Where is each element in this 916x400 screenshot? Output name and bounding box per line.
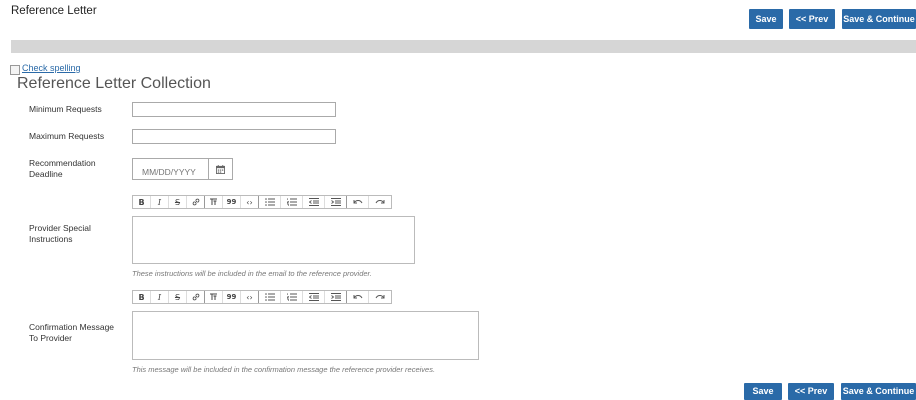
- redo-icon: [375, 200, 385, 204]
- confirmation-message-label-line2: To Provider: [29, 333, 72, 343]
- save-button-bottom[interactable]: Save: [744, 383, 782, 400]
- section-title: Reference Letter Collection: [17, 75, 211, 92]
- confirmation-message-label-line1: Confirmation Message: [29, 322, 115, 332]
- deadline-date-input[interactable]: [132, 158, 209, 180]
- indent-button[interactable]: [325, 196, 347, 208]
- indent-icon: [330, 293, 341, 301]
- provider-instructions-hint: These instructions will be included in t…: [132, 269, 372, 278]
- indent-icon: [330, 198, 341, 206]
- numbered-list-button[interactable]: [281, 196, 303, 208]
- redo-icon: [375, 295, 385, 299]
- outdent-icon: [308, 293, 319, 301]
- provider-instructions-textarea[interactable]: [132, 216, 415, 264]
- numbered-list-button[interactable]: [281, 291, 303, 303]
- text-size-icon: [210, 198, 217, 205]
- calendar-icon: [216, 164, 225, 174]
- save-continue-button[interactable]: Save & Continue: [842, 9, 916, 29]
- link-icon: [192, 293, 199, 301]
- page-title: Reference Letter: [11, 5, 97, 17]
- link-button[interactable]: [187, 196, 205, 208]
- redo-button[interactable]: [369, 291, 391, 303]
- deadline-label-line2: Deadline: [29, 169, 63, 179]
- check-spelling-label[interactable]: Check spelling: [22, 63, 81, 73]
- strikethrough-button[interactable]: S: [169, 196, 187, 208]
- italic-button[interactable]: I: [151, 291, 169, 303]
- maximum-requests-label: Maximum Requests: [29, 131, 105, 141]
- calendar-button[interactable]: [209, 158, 233, 180]
- code-button[interactable]: ‹›: [241, 196, 259, 208]
- undo-button[interactable]: [347, 291, 369, 303]
- link-icon: [192, 198, 199, 206]
- quote-button[interactable]: 99: [223, 291, 241, 303]
- italic-button[interactable]: I: [151, 196, 169, 208]
- editor-toolbar-instructions: B I S 99 ‹›: [132, 195, 392, 209]
- bullet-list-icon: [264, 198, 275, 206]
- prev-button[interactable]: << Prev: [789, 9, 835, 29]
- text-size-button[interactable]: [205, 196, 223, 208]
- undo-button[interactable]: [347, 196, 369, 208]
- link-button[interactable]: [187, 291, 205, 303]
- provider-instructions-label-line2: Instructions: [29, 234, 73, 244]
- indent-button[interactable]: [325, 291, 347, 303]
- prev-button-bottom[interactable]: << Prev: [788, 383, 834, 400]
- outdent-icon: [308, 198, 319, 206]
- bullet-list-icon: [264, 293, 275, 301]
- confirmation-message-textarea[interactable]: [132, 311, 479, 360]
- confirmation-message-label: Confirmation Message To Provider: [29, 322, 114, 344]
- deadline-label: Recommendation Deadline: [29, 158, 96, 180]
- confirmation-message-hint: This message will be included in the con…: [132, 365, 436, 374]
- divider-bar: [11, 40, 916, 53]
- undo-icon: [353, 295, 362, 299]
- provider-instructions-label: Provider Special Instructions: [29, 223, 91, 245]
- quote-button[interactable]: 99: [223, 196, 241, 208]
- undo-icon: [353, 200, 362, 204]
- outdent-button[interactable]: [303, 291, 325, 303]
- save-continue-button-bottom[interactable]: Save & Continue: [841, 383, 916, 400]
- redo-button[interactable]: [369, 196, 391, 208]
- provider-instructions-label-line1: Provider Special: [29, 223, 91, 233]
- editor-toolbar-confirmation: B I S 99 ‹›: [132, 290, 392, 304]
- numbered-list-icon: [286, 293, 297, 301]
- code-button[interactable]: ‹›: [241, 291, 259, 303]
- broken-image-icon: [10, 65, 20, 75]
- deadline-label-line1: Recommendation: [29, 158, 96, 168]
- minimum-requests-label: Minimum Requests: [29, 104, 102, 114]
- save-button[interactable]: Save: [749, 9, 783, 29]
- bold-button[interactable]: B: [133, 291, 151, 303]
- bullet-list-button[interactable]: [259, 196, 281, 208]
- strikethrough-button[interactable]: S: [169, 291, 187, 303]
- text-size-button[interactable]: [205, 291, 223, 303]
- bullet-list-button[interactable]: [259, 291, 281, 303]
- numbered-list-icon: [286, 198, 297, 206]
- bold-button[interactable]: B: [133, 196, 151, 208]
- check-spelling-link[interactable]: Check spelling: [10, 63, 81, 75]
- text-size-icon: [210, 293, 217, 300]
- minimum-requests-input[interactable]: [132, 102, 336, 117]
- outdent-button[interactable]: [303, 196, 325, 208]
- maximum-requests-input[interactable]: [132, 129, 336, 144]
